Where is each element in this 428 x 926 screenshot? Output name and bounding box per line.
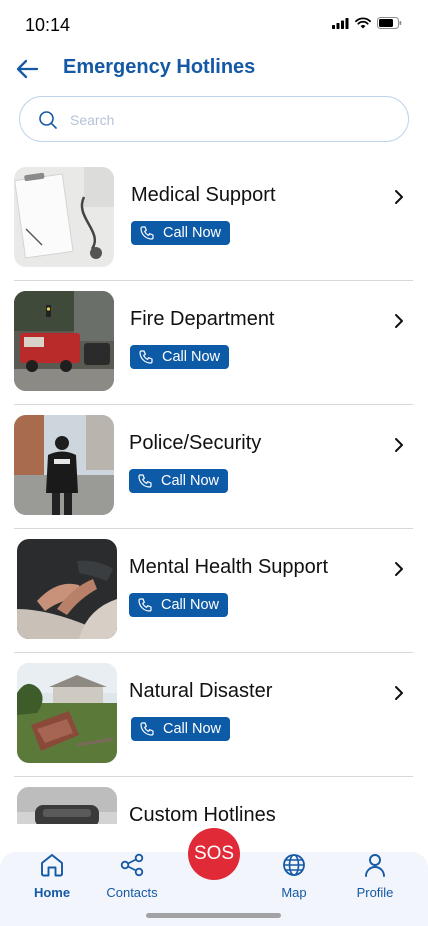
call-now-label: Call Now bbox=[163, 721, 222, 737]
custom-hotlines-image bbox=[17, 787, 117, 824]
hotline-item-natural-disaster[interactable]: Natural Disaster Call Now bbox=[14, 653, 413, 777]
chevron-right-icon bbox=[389, 185, 409, 209]
phone-icon bbox=[138, 474, 152, 488]
hotline-name: Police/Security bbox=[129, 432, 262, 454]
tab-label: Profile bbox=[356, 885, 394, 900]
back-button[interactable] bbox=[12, 54, 42, 84]
call-now-button[interactable]: Call Now bbox=[131, 221, 231, 245]
hotline-name: Fire Department bbox=[130, 308, 275, 330]
phone-icon bbox=[140, 722, 154, 736]
call-now-button[interactable]: Call Now bbox=[129, 469, 229, 493]
tab-map[interactable]: Map bbox=[259, 852, 329, 902]
search-icon bbox=[39, 111, 57, 129]
search-input[interactable] bbox=[70, 107, 390, 133]
sos-button[interactable]: SOS bbox=[188, 828, 240, 880]
call-now-label: Call Now bbox=[161, 597, 220, 613]
globe-icon bbox=[283, 854, 305, 876]
hotline-item-custom[interactable]: Custom Hotlines bbox=[14, 777, 413, 824]
police-security-image bbox=[14, 415, 114, 515]
phone-icon bbox=[138, 598, 152, 612]
call-now-label: Call Now bbox=[163, 225, 222, 241]
status-icons bbox=[332, 17, 402, 29]
tab-home[interactable]: Home bbox=[17, 852, 87, 902]
phone-icon bbox=[139, 350, 153, 364]
home-indicator bbox=[146, 913, 281, 918]
hotline-item-police[interactable]: Police/Security Call Now bbox=[14, 405, 413, 529]
status-time: 10:14 bbox=[25, 15, 71, 35]
wifi-icon bbox=[355, 17, 371, 29]
tab-contacts[interactable]: Contacts bbox=[97, 852, 167, 902]
tab-profile[interactable]: Profile bbox=[340, 852, 410, 902]
header: Emergency Hotlines bbox=[0, 48, 428, 88]
hotline-list: Medical Support Call Now Fire Department… bbox=[0, 157, 428, 824]
share-nodes-icon bbox=[120, 853, 144, 877]
hotline-item-fire[interactable]: Fire Department Call Now bbox=[14, 281, 413, 405]
chevron-right-icon bbox=[389, 681, 409, 705]
natural-disaster-image bbox=[17, 663, 117, 763]
user-icon bbox=[365, 854, 385, 877]
medical-support-image bbox=[14, 167, 114, 267]
call-now-button[interactable]: Call Now bbox=[130, 345, 230, 369]
call-now-button[interactable]: Call Now bbox=[129, 593, 229, 617]
hotline-name: Mental Health Support bbox=[129, 556, 329, 578]
chevron-right-icon bbox=[389, 309, 409, 333]
status-bar: 10:14 bbox=[0, 0, 428, 48]
hotline-name: Medical Support bbox=[131, 184, 276, 206]
home-icon bbox=[41, 854, 63, 877]
page-title: Emergency Hotlines bbox=[63, 56, 256, 78]
call-now-button[interactable]: Call Now bbox=[131, 717, 231, 741]
chevron-right-icon bbox=[389, 433, 409, 457]
call-now-label: Call Now bbox=[161, 473, 220, 489]
mental-health-image bbox=[17, 539, 117, 639]
arrow-left-icon bbox=[16, 59, 39, 79]
hotline-item-medical[interactable]: Medical Support Call Now bbox=[14, 157, 413, 281]
battery-icon bbox=[377, 17, 402, 29]
chevron-right-icon bbox=[389, 557, 409, 581]
tab-label: Map bbox=[281, 885, 307, 900]
cellular-signal-icon bbox=[332, 17, 349, 29]
hotline-name: Natural Disaster bbox=[129, 680, 273, 702]
tab-label: Contacts bbox=[106, 885, 158, 900]
phone-icon bbox=[140, 226, 154, 240]
fire-department-image bbox=[14, 291, 114, 391]
hotline-name: Custom Hotlines bbox=[129, 804, 276, 824]
call-now-label: Call Now bbox=[162, 349, 221, 365]
search-bar[interactable] bbox=[19, 96, 409, 142]
tab-label: Home bbox=[33, 885, 71, 900]
hotline-item-mental-health[interactable]: Mental Health Support Call Now bbox=[14, 529, 413, 653]
